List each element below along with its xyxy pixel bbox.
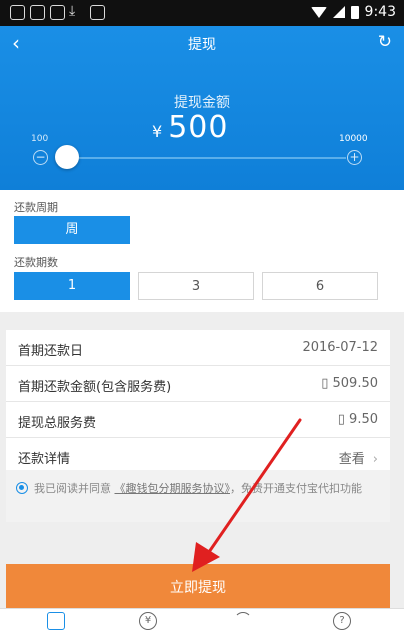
periods-label: 还款期数 [14,256,58,269]
amount-value: 500 [168,110,229,145]
detail-label: 首期还款金额(包含服务费) [18,380,172,395]
page-title: 提现 [188,37,216,53]
withdraw-details: 首期还款日 2016-07-12 首期还款金额(包含服务费) ▯ 509.50 … [6,330,390,474]
amount-display: ¥ 500 [152,110,228,145]
status-bar: ⤓ 9:43 [0,0,404,26]
detail-value: 2016-07-12 [302,340,378,355]
agreement: 我已阅读并同意 《趣钱包分期服务协议》，免费开通支付宝代扣功能 [6,470,390,522]
period-option-1[interactable]: 1 [14,272,130,300]
bottom-nav: ¥ ? [0,608,404,632]
agreement-prefix: 我已阅读并同意 [34,482,111,495]
detail-row-service-fee: 提现总服务费 ▯ 9.50 [6,402,390,438]
agreement-link[interactable]: 《趣钱包分期服务协议》 [115,482,231,495]
agreement-text: 我已阅读并同意 《趣钱包分期服务协议》，免费开通支付宝代扣功能 [34,479,379,498]
agreement-radio[interactable] [16,482,28,494]
status-time: 9:43 [364,4,396,20]
minus-icon[interactable]: − [33,150,48,165]
repayment-options: 还款周期 周 还款期数 1 3 6 [0,190,404,312]
nav-yen-icon[interactable]: ¥ [139,612,157,630]
detail-label: 提现总服务费 [18,416,97,431]
detail-value: ▯ 9.50 [337,412,378,427]
slider-min-label: 100 [31,134,49,144]
battery-icon [350,5,359,19]
detail-label: 还款详情 [18,452,71,467]
chevron-right-icon: › [372,452,378,467]
app-notification-icon [10,5,25,20]
plus-icon[interactable]: + [347,150,362,165]
view-details-label: 查看 [338,452,365,467]
withdraw-header: ‹ 提现 ↻ 提现金额 ¥ 500 100 10000 − + [0,26,404,190]
app-notification-icon-3 [50,5,65,20]
signal-icon [332,6,345,18]
nav-loading-icon[interactable] [234,612,252,630]
period-option-6[interactable]: 6 [262,272,378,300]
nav-home-icon[interactable] [47,612,65,630]
view-details-link[interactable]: 查看 › [339,448,378,467]
amount-slider-track[interactable] [60,157,346,159]
app-notification-icon-2 [30,5,45,20]
slider-max-label: 10000 [339,134,368,144]
withdraw-now-button[interactable]: 立即提现 [6,564,390,608]
nav-help-icon[interactable]: ? [333,612,351,630]
amount-slider-handle[interactable] [55,145,79,169]
cycle-label: 还款周期 [14,201,58,214]
detail-row-first-due-date: 首期还款日 2016-07-12 [6,330,390,366]
detail-row-repayment-details[interactable]: 还款详情 查看 › [6,438,390,474]
cycle-option-week[interactable]: 周 [14,216,130,244]
period-option-3[interactable]: 3 [138,272,254,300]
app-notification-icon-4 [90,5,105,20]
amount-label: 提现金额 [174,95,230,111]
detail-row-first-amount: 首期还款金额(包含服务费) ▯ 509.50 [6,366,390,402]
detail-value: ▯ 509.50 [321,376,378,391]
refresh-icon[interactable]: ↻ [378,32,392,52]
download-icon: ⤓ [69,3,76,19]
agreement-suffix: ，免费开通支付宝代扣功能 [230,482,362,495]
wifi-icon [310,6,327,18]
currency-symbol: ¥ [152,122,163,141]
detail-label: 首期还款日 [18,344,84,359]
